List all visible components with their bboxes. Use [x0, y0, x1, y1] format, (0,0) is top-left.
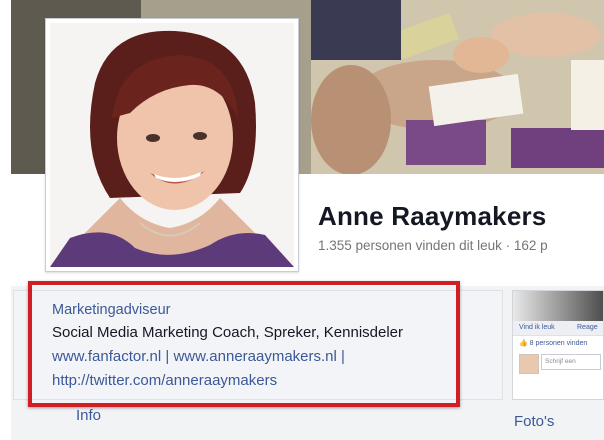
tab-photos[interactable]: Foto's	[514, 413, 554, 430]
portrait-illustration	[50, 23, 294, 267]
highlight-annotation	[28, 281, 460, 407]
photo-action-bar: Vind ik leuk Reage	[513, 321, 603, 336]
comment-input[interactable]: Schrijf een	[541, 354, 601, 370]
likes-text: 8 personen vinden	[529, 340, 588, 347]
page-stats: 1.355 personen vinden dit leuk · 162 p	[318, 238, 548, 253]
page-title[interactable]: Anne Raaymakers	[318, 201, 546, 232]
avatar	[519, 354, 539, 374]
profile-picture[interactable]	[45, 18, 299, 272]
tab-info[interactable]: Info	[76, 407, 101, 424]
comment-link[interactable]: Reage	[577, 324, 598, 331]
photos-widget[interactable]: Vind ik leuk Reage 👍 8 personen vinden S…	[512, 290, 604, 400]
photo-thumbnail	[513, 291, 603, 321]
thumbs-up-icon: 👍	[519, 340, 528, 347]
profile-photo	[50, 23, 294, 267]
likes-count: 👍 8 personen vinden	[519, 339, 587, 347]
like-link[interactable]: Vind ik leuk	[519, 324, 555, 331]
